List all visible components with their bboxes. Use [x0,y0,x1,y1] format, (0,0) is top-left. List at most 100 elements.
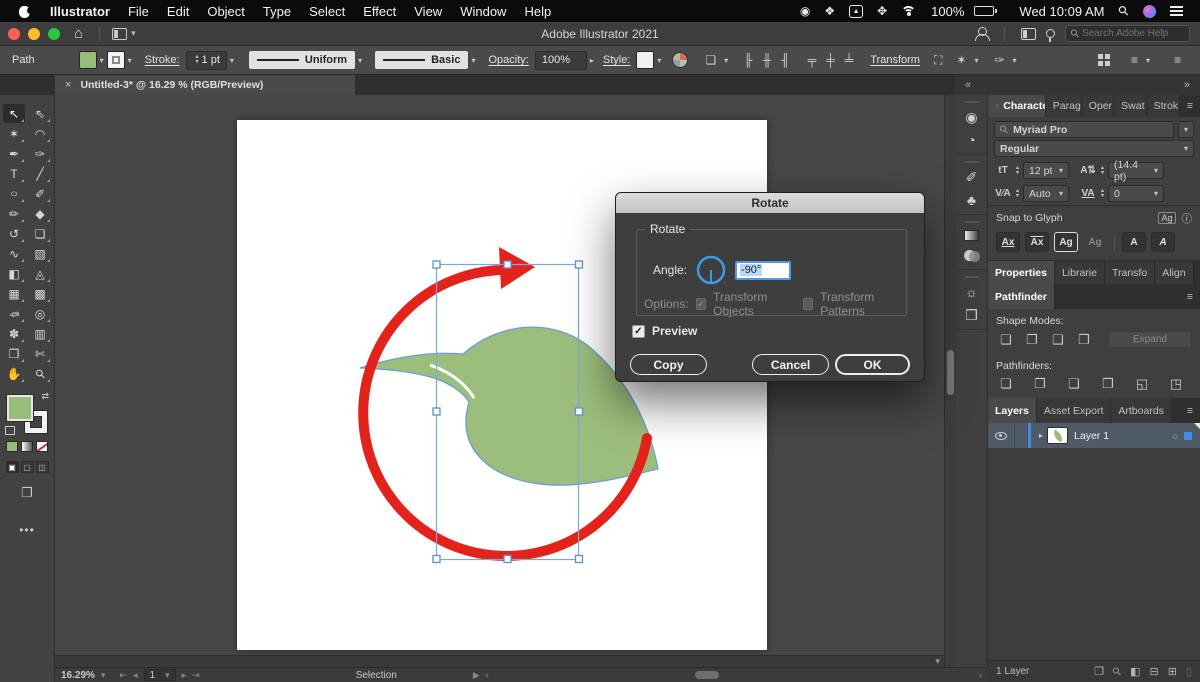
tracking-stepper[interactable]: ▴▾ [1101,189,1104,199]
edit-toolbar-icon[interactable]: ••• [19,523,35,537]
eyedropper-tool[interactable]: ✎ [3,304,25,323]
pathfinder-outline-button[interactable]: ◱ [1132,376,1152,392]
menu-app-name[interactable]: Illustrator [50,4,110,19]
width-profile-dropdown[interactable]: Uniform [249,51,355,69]
dropbox-icon[interactable]: ❖ [824,4,835,18]
menu-effect[interactable]: Effect [363,4,396,19]
workspace-chevron-icon[interactable]: ▾ [131,28,136,39]
make-mask-icon[interactable]: ◧ [1130,665,1140,678]
style-link[interactable]: Style: [603,54,631,66]
direct-selection-tool[interactable]: ⇖ [29,104,51,123]
stroke-color-swatch[interactable] [107,51,125,69]
tab-transform[interactable]: Transfo [1105,261,1155,285]
hand-tool[interactable]: ✋ [3,364,25,383]
fill-color-swatch[interactable] [79,51,97,69]
symbol-sprayer-tool[interactable]: ✽ [3,324,25,343]
horizontal-scroll-strip[interactable]: ▾ [55,655,944,667]
stroke-stepper[interactable]: ▴▾ [196,55,199,65]
tab-opentype[interactable]: Oper [1082,95,1114,117]
transform-patterns-checkbox[interactable] [803,298,813,310]
pencil-tool[interactable]: ✏ [3,204,25,223]
pathfinder-merge-button[interactable]: ❑ [1064,376,1084,392]
tab-character[interactable]: ○ Character [988,95,1046,117]
scroll-down-icon[interactable]: ▾ [935,656,940,667]
shape-mode-unite-button[interactable]: ❏ [996,332,1016,348]
last-artboard-icon[interactable]: ⇥ [192,670,200,681]
layer-expand-icon[interactable]: ▸ [1039,431,1043,440]
collapse-dock-button[interactable]: » [1184,79,1190,91]
leaf-shape[interactable] [360,327,658,485]
align-bottom-button[interactable]: ╧ [845,53,854,67]
fill-chevron-icon[interactable]: ▾ [100,56,104,65]
wedge-app-icon[interactable]: ▲ [849,5,863,18]
fill-stroke-control[interactable]: ⇄ [7,395,47,433]
perspective-grid-tool[interactable]: ◬ [29,264,51,283]
layer-visibility-eye-icon[interactable] [995,432,1007,440]
angle-input[interactable]: -90° [735,261,791,280]
transparency-panel-icon[interactable] [964,250,980,262]
kerning-dropdown[interactable]: Auto ▾ [1023,185,1069,202]
creative-cloud-icon[interactable]: ◉ [800,4,810,18]
leading-stepper[interactable]: ▴▾ [1101,166,1104,176]
character-panel-menu-icon[interactable]: ≡ [1180,95,1200,117]
opacity-field[interactable]: 100% [535,51,587,70]
control-panel-menu-icon[interactable]: ≡ [1174,53,1181,67]
info-icon[interactable]: ⓘ [1182,211,1193,226]
arrange-documents-icon[interactable] [1098,54,1110,66]
constrain-proportions-icon[interactable]: ⛶ [934,53,942,68]
selection-tool[interactable]: ↖ [3,104,25,123]
hscroll-thumb[interactable] [695,671,719,679]
zoom-chevron-icon[interactable]: ▾ [101,670,106,681]
kerning-stepper[interactable]: ▴▾ [1016,189,1019,199]
align-middle-button[interactable]: ╪ [826,53,835,67]
opacity-link[interactable]: Opacity: [488,54,528,66]
brush-dropdown[interactable]: Basic [375,51,468,69]
symbols-panel-icon[interactable]: ♣ [967,193,976,207]
copy-button[interactable]: Copy [630,354,707,375]
pen-tool[interactable]: ✒ [3,144,25,163]
cancel-button[interactable]: Cancel [752,354,829,375]
gradient-panel-icon[interactable] [964,230,979,241]
align-top-button[interactable]: ╤ [808,53,817,67]
align-center-button[interactable]: ╫ [763,53,772,67]
snap-baseline-button[interactable]: Ax [996,232,1020,252]
menu-select[interactable]: Select [309,4,345,19]
font-size-stepper[interactable]: ▴▾ [1016,166,1019,176]
scale-tool[interactable]: ❏ [29,224,51,243]
transform-link[interactable]: Transform [870,54,920,66]
tab-properties[interactable]: Properties [988,261,1055,285]
gradient-tool[interactable]: ▩ [29,284,51,303]
tab-paragraph[interactable]: Parag [1046,95,1082,117]
color-guide-panel-icon[interactable]: ◔ [967,133,975,147]
lasso-tool[interactable]: ◠ [29,124,51,143]
vertical-scrollbar-thumb[interactable] [947,350,954,395]
angle-dial[interactable] [695,254,727,286]
color-panel-icon[interactable]: ◉ [965,110,977,124]
expand-button[interactable]: Expand [1108,331,1192,348]
color-button[interactable] [6,441,18,452]
tab-stroke[interactable]: Strok [1147,95,1180,117]
isolation-mode-button[interactable]: ≡ ▾ [1126,53,1153,67]
menu-clock[interactable]: Wed 10:09 AM [1019,4,1104,19]
paintbrush-tool[interactable]: ✐ [29,184,51,203]
fill-proxy[interactable] [7,395,33,421]
free-transform-tool[interactable]: ▧ [29,244,51,263]
layer-name[interactable]: Layer 1 [1074,430,1109,442]
discover-lightbulb-icon[interactable] [1046,29,1055,38]
artboard-tool[interactable]: ❒ [3,344,25,363]
pathfinder-divide-button[interactable]: ❏ [996,376,1016,392]
hscroll-right-icon[interactable]: › [979,670,982,680]
blend-tool[interactable]: ◎ [29,304,51,323]
hscroll-left-icon[interactable]: ‹ [486,670,489,680]
change-screen-mode-icon[interactable]: ❐ [21,485,33,501]
spotlight-search-icon[interactable]: ⚲ [1115,2,1133,20]
siri-icon[interactable] [1143,5,1156,18]
magic-wand-tool[interactable]: ✶ [3,124,25,143]
column-graph-tool[interactable]: ▥ [29,324,51,343]
tab-pathfinder[interactable]: Pathfinder [988,285,1055,309]
home-icon[interactable]: ⌂ [74,25,83,42]
width-tool[interactable]: ∿ [3,244,25,263]
tracking-dropdown[interactable]: 0 ▾ [1108,185,1164,202]
none-button[interactable] [36,441,48,452]
graphic-styles-panel-icon[interactable]: ❒ [965,308,978,322]
